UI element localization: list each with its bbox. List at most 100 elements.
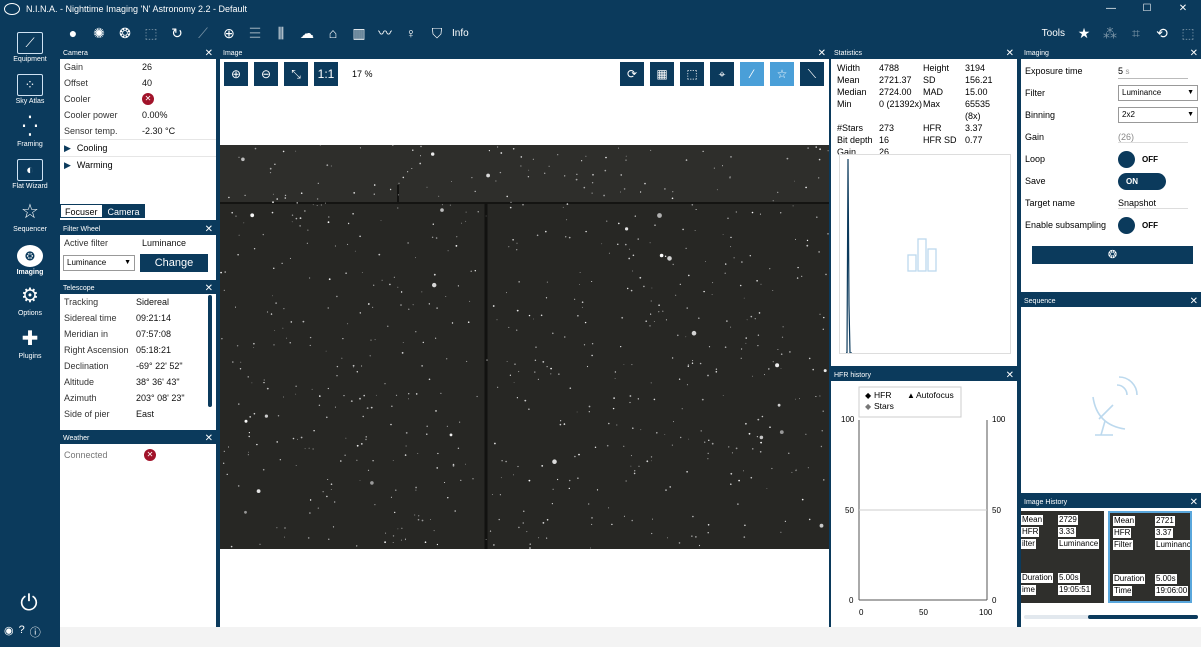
star	[596, 489, 599, 491]
close-icon[interactable]: ✕	[1190, 497, 1198, 508]
crosshair-icon[interactable]: ⌖	[710, 62, 734, 86]
history-scrollbar-thumb[interactable]	[1088, 615, 1198, 619]
eye-icon[interactable]: ◉	[4, 624, 14, 640]
star	[579, 272, 581, 273]
gain-input[interactable]: (26)	[1118, 132, 1188, 143]
rotate-icon[interactable]: ⟳	[620, 62, 644, 86]
history-thumbnail-selected[interactable]: Mean 2721 HFR 3.37 Filter Luminance Dura…	[1108, 511, 1192, 603]
close-icon[interactable]: ✕	[1006, 370, 1014, 381]
shield-icon[interactable]: ⛉	[429, 25, 445, 41]
lightbulb-icon[interactable]: ♀	[403, 25, 419, 41]
zoom-1to1-button[interactable]: 1:1	[314, 62, 338, 86]
exposure-input[interactable]: 5 s	[1118, 63, 1188, 79]
close-icon[interactable]: ✕	[205, 433, 213, 444]
star	[363, 394, 365, 397]
warming-expander[interactable]: ▶ Warming	[60, 156, 216, 173]
aperture-icon[interactable]: ❂	[117, 25, 133, 41]
cooling-expander[interactable]: ▶ Cooling	[60, 139, 216, 156]
history-thumbnail[interactable]: Mean 2729 HFR 3.33 ilter Luminance Durat…	[1021, 511, 1104, 603]
close-icon[interactable]: ✕	[205, 224, 213, 235]
info-label[interactable]: Info	[452, 28, 469, 39]
close-icon[interactable]: ✕	[1190, 296, 1198, 307]
bar-chart-icon[interactable]: ▥	[351, 25, 367, 41]
star	[370, 339, 372, 341]
zoom-out-icon[interactable]: ⊖	[254, 62, 278, 86]
fit-icon[interactable]: ⤡	[284, 62, 308, 86]
sidebar-item-framing[interactable]: ⁛ Framing	[0, 117, 60, 148]
filter-select[interactable]: Luminance ▼	[63, 255, 135, 271]
sidebar-item-imaging[interactable]: ⊛ Imaging	[0, 245, 60, 276]
star	[808, 518, 811, 521]
target-input[interactable]: Snapshot	[1118, 198, 1188, 209]
row-value: 05:18:21	[136, 345, 172, 355]
close-icon[interactable]: ✕	[1006, 48, 1014, 59]
rotator-icon[interactable]: ↻	[169, 25, 185, 41]
change-filter-button[interactable]: Change	[140, 254, 208, 272]
sidebar-item-flat-wizard[interactable]: ◐ Flat Wizard	[0, 159, 60, 190]
sidebar-item-equipment[interactable]: ⟋ Equipment	[0, 32, 60, 63]
binning-select[interactable]: 2x2 ▼	[1118, 107, 1198, 123]
wave-icon[interactable]: 〰	[377, 25, 393, 41]
cloud-icon[interactable]: ☁	[299, 25, 315, 41]
star	[397, 207, 399, 209]
x-tick-label: 50	[919, 608, 928, 617]
grid-icon[interactable]: ▦	[650, 62, 674, 86]
sidebar-item-plugins[interactable]: ✚ Plugins	[0, 329, 60, 360]
capture-button[interactable]: ❂	[1032, 246, 1193, 264]
star	[334, 406, 336, 408]
close-icon[interactable]: ✕	[205, 48, 213, 59]
telescope-scrollbar[interactable]	[208, 295, 212, 407]
close-icon[interactable]: ✕	[818, 48, 826, 59]
magic-icon[interactable]: ⁂	[1102, 25, 1118, 41]
focus-frame-icon[interactable]: ⬚	[143, 25, 159, 41]
star	[516, 309, 519, 312]
crosshair-icon[interactable]: ⊕	[221, 25, 237, 41]
star	[223, 462, 225, 464]
zoom-in-icon[interactable]: ⊕	[224, 62, 248, 86]
star-icon[interactable]: ★	[1076, 25, 1092, 41]
observatory-icon[interactable]: ⌂	[325, 25, 341, 41]
star	[650, 456, 653, 458]
stretch-wand-icon[interactable]: ⁄	[740, 62, 764, 86]
dashed-frame-icon[interactable]: ⬚	[1180, 25, 1196, 41]
sidebar-item-options[interactable]: ⚙ Options	[0, 286, 60, 317]
filter-select[interactable]: Luminance ▼	[1118, 85, 1198, 101]
star	[421, 519, 424, 522]
telescope-icon[interactable]: ⟋	[195, 25, 211, 41]
subsampling-toggle[interactable]: OFF	[1118, 216, 1166, 234]
power-icon[interactable]: ⏻	[16, 590, 42, 616]
row-value: 26	[142, 62, 153, 72]
star	[759, 213, 761, 215]
star	[276, 527, 278, 529]
close-button[interactable]: ✕	[1165, 0, 1201, 18]
star-detect-icon[interactable]: ☆	[770, 62, 794, 86]
save-toggle[interactable]: ON	[1118, 172, 1166, 190]
sidebar-item-sequencer[interactable]: ☆ Sequencer	[0, 202, 60, 233]
row-label: Active filter	[64, 238, 109, 248]
history-icon[interactable]: ⟲	[1154, 25, 1170, 41]
star	[309, 512, 311, 514]
filter-wheel-icon[interactable]: ✺	[91, 25, 107, 41]
tab-camera[interactable]: Camera	[102, 204, 145, 218]
close-icon[interactable]: ✕	[205, 283, 213, 294]
tab-focuser[interactable]: Focuser	[60, 204, 103, 218]
star	[347, 323, 349, 325]
sidebar-item-label: Options	[17, 310, 43, 317]
help-icon[interactable]: ?	[19, 624, 25, 640]
loop-toggle[interactable]: OFF	[1118, 150, 1166, 168]
star	[577, 315, 579, 317]
captured-image[interactable]	[220, 145, 829, 549]
close-icon[interactable]: ✕	[1190, 48, 1198, 59]
star	[698, 544, 701, 547]
camera-connect-icon[interactable]: ●	[65, 25, 81, 41]
about-icon[interactable]: ⓘ	[30, 624, 41, 640]
comet-icon[interactable]: ⟍	[800, 62, 824, 86]
sliders-icon[interactable]: ⫼	[273, 25, 289, 41]
minimize-button[interactable]: —	[1093, 0, 1129, 18]
sidebar-item-sky-atlas[interactable]: ⁘ Sky Atlas	[0, 74, 60, 105]
maximize-button[interactable]: ☐	[1129, 0, 1165, 18]
focus-target-icon[interactable]: ⌗	[1128, 25, 1144, 41]
crop-icon[interactable]: ⬚	[680, 62, 704, 86]
star	[372, 306, 374, 308]
list-icon[interactable]: ☰	[247, 25, 263, 41]
